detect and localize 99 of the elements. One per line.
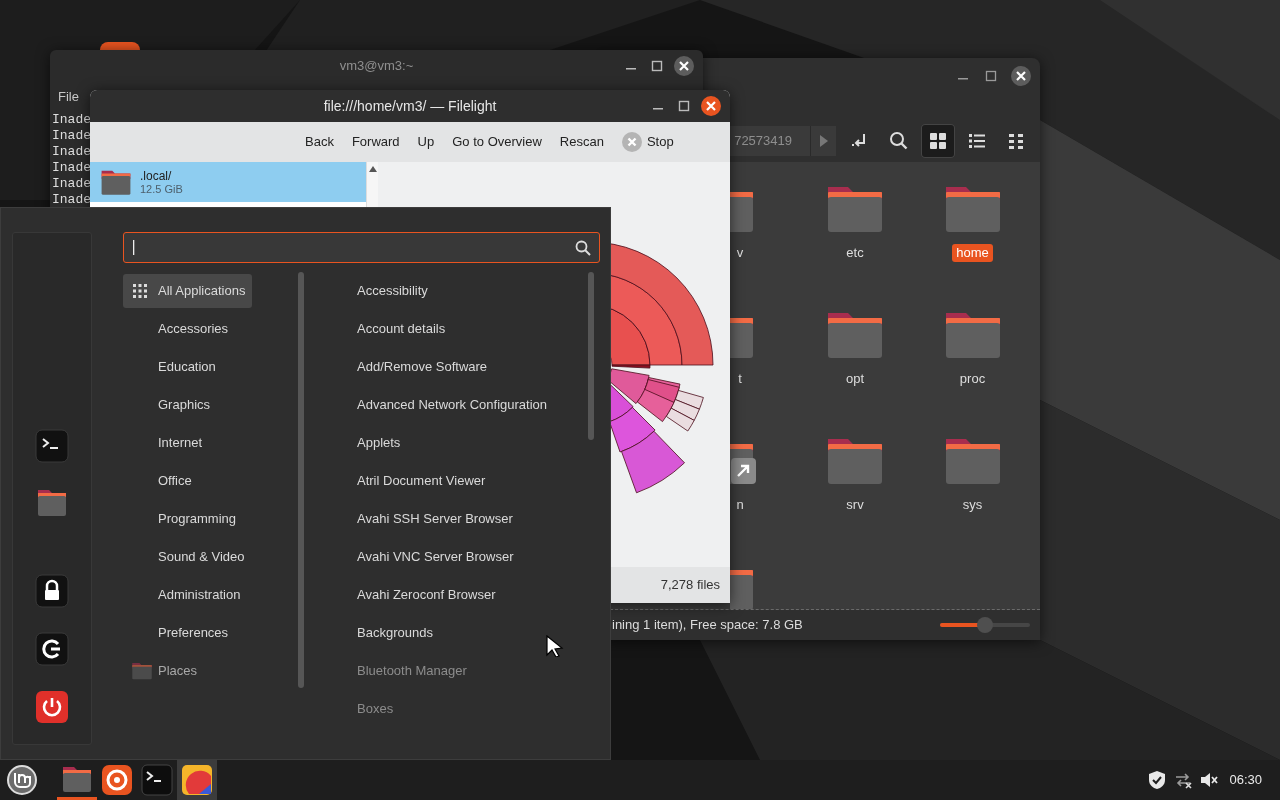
app-item[interactable]: Avahi VNC Server Browser (357, 540, 514, 574)
app-item[interactable]: Avahi Zeroconf Browser (357, 578, 496, 612)
scrollbar[interactable] (298, 272, 304, 688)
category-item[interactable]: Education (123, 350, 223, 384)
category-item[interactable]: Internet (123, 426, 210, 460)
path-field[interactable]: 72573419 (730, 126, 810, 156)
file-label[interactable]: t (734, 370, 746, 388)
app-item[interactable]: Add/Remove Software (357, 350, 488, 384)
volume-muted-icon[interactable] (1199, 770, 1220, 790)
chart-segment[interactable] (621, 430, 685, 494)
mouse-pointer-icon (546, 635, 564, 657)
grid-view-icon (928, 131, 948, 151)
toolbar-button[interactable]: Forward (342, 128, 409, 156)
scroll-up-icon[interactable] (368, 166, 377, 172)
toolbar-button[interactable]: Go to Overview (443, 128, 551, 156)
terminal-icon[interactable] (35, 429, 69, 463)
category-item[interactable]: Preferences (123, 616, 236, 650)
search-icon[interactable] (889, 131, 909, 151)
category-item[interactable]: All Applications (123, 274, 253, 308)
file-label[interactable]: v (732, 244, 748, 262)
mint-logo-icon (6, 764, 38, 796)
window-title: file:///home/vm3/ — Filelight (323, 96, 497, 116)
terminal-icon (141, 764, 173, 796)
toolbar-button[interactable]: Back (296, 128, 343, 156)
terminal-line: Inade (52, 192, 91, 207)
chart-segment[interactable] (644, 379, 680, 403)
app-item[interactable]: Bluetooth Manager (357, 654, 467, 688)
category-item[interactable]: Sound & Video (123, 540, 252, 574)
menu-item[interactable]: File (58, 87, 79, 107)
category-item[interactable]: Office (123, 464, 199, 498)
chart-segment[interactable] (665, 407, 695, 432)
terminal-line: Inade (52, 176, 91, 191)
toolbar-button[interactable]: Rescan (550, 128, 613, 156)
file-label[interactable]: etc (842, 244, 868, 262)
compact-view-icon (1006, 131, 1026, 151)
terminal-line: Inade (52, 128, 91, 143)
app-item[interactable]: Account details (357, 312, 446, 346)
grid-icon (133, 284, 147, 298)
folder-row[interactable]: .local/ 12.5 GiB (90, 162, 366, 202)
terminal-line: Inade (52, 112, 91, 127)
file-label[interactable]: proc (955, 370, 990, 388)
zoom-slider[interactable] (940, 617, 1030, 633)
app-item[interactable]: Applets (357, 426, 401, 460)
list-view-icon (967, 131, 987, 151)
lock-icon[interactable] (35, 574, 69, 608)
app-item[interactable]: Advanced Network Configuration (357, 388, 548, 422)
search-field[interactable] (123, 232, 600, 263)
search-icon (575, 239, 591, 256)
close-icon[interactable] (700, 95, 722, 117)
folder-size: 12.5 GiB (140, 182, 183, 196)
chart-segment[interactable] (611, 364, 651, 369)
toolbar-button[interactable]: Stop (612, 128, 683, 156)
power-icon[interactable] (35, 690, 69, 724)
app-item[interactable]: Accessibility (357, 274, 428, 308)
chart-segment[interactable] (674, 390, 704, 410)
file-label[interactable]: home (952, 244, 993, 262)
status-text: 7,278 files (660, 576, 720, 595)
terminal-line: Inade (52, 144, 91, 159)
category-item[interactable]: Programming (123, 502, 244, 536)
text-caret (133, 240, 135, 255)
folder-icon[interactable] (825, 310, 885, 360)
network-disconnected-icon[interactable] (1173, 770, 1194, 790)
category-item[interactable]: Graphics (123, 388, 218, 422)
browser-icon (101, 764, 133, 796)
app-item[interactable]: Atril Document Viewer (357, 464, 486, 498)
play-icon (818, 135, 829, 147)
shield-icon[interactable] (1147, 770, 1168, 790)
file-label[interactable]: sys (958, 496, 987, 514)
file-label[interactable]: n (732, 496, 748, 514)
taskbar-app-button[interactable] (177, 760, 217, 800)
logout-icon[interactable] (35, 632, 69, 666)
folder-icon (131, 662, 153, 680)
category-item[interactable]: Places (123, 654, 205, 688)
pie-chart-app-icon (181, 764, 213, 796)
category-item[interactable]: Accessories (123, 312, 236, 346)
chart-segment[interactable] (609, 407, 656, 453)
folder-icon[interactable] (825, 184, 885, 234)
file-label[interactable]: srv (842, 496, 868, 514)
folder-icon[interactable] (825, 436, 885, 486)
desktop-icon[interactable] (100, 42, 140, 50)
close-icon[interactable] (1010, 65, 1032, 87)
close-icon[interactable] (673, 55, 695, 77)
grid-view-button[interactable] (921, 124, 955, 158)
folder-name: .local/ (140, 168, 173, 183)
terminal-line: Inade (52, 160, 91, 175)
app-item[interactable]: Backgrounds (357, 616, 433, 650)
app-item[interactable]: Avahi SSH Server Browser (357, 502, 513, 536)
app-item[interactable]: Boxes (357, 692, 394, 726)
stop-icon (621, 132, 642, 152)
toolbar-button[interactable]: Up (408, 128, 444, 156)
category-item[interactable]: Administration (123, 578, 248, 612)
window-title: vm3@vm3:~ (339, 57, 414, 76)
chart-segment[interactable] (670, 399, 700, 421)
status-text: ining 1 item), Free space: 7.8 GB (612, 616, 803, 635)
folder-icon (100, 168, 132, 196)
scrollbar[interactable] (588, 272, 594, 440)
clock[interactable]: 06:30 (1229, 770, 1262, 790)
file-label[interactable]: opt (841, 370, 869, 388)
path-forward-button[interactable] (810, 126, 836, 156)
